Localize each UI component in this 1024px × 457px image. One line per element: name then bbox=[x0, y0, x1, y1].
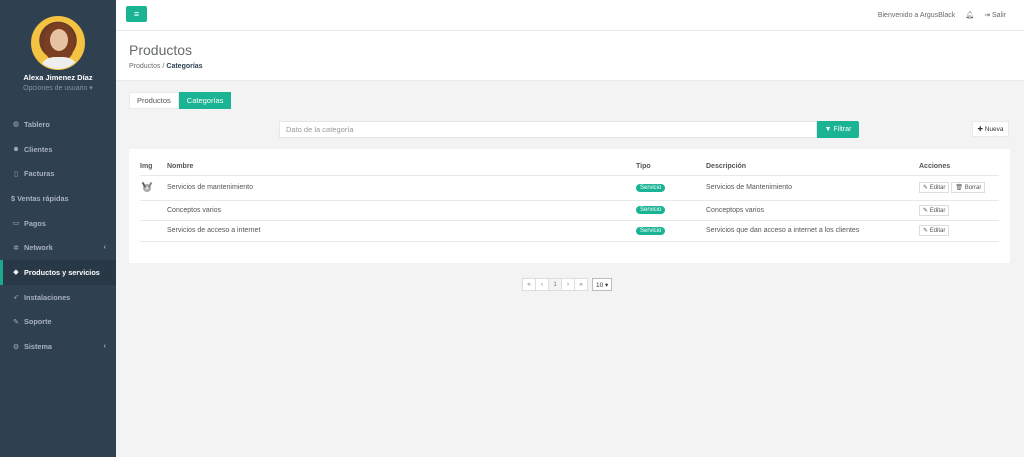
sidebar-item-network[interactable]: ✲ Network ‹ bbox=[0, 235, 116, 260]
money-icon: ▭ bbox=[12, 220, 20, 228]
tab-categorias[interactable]: Categorías bbox=[178, 92, 232, 109]
avatar[interactable] bbox=[31, 16, 85, 70]
tag-icon: ◆ bbox=[13, 269, 19, 277]
welcome-text: Bienvenido a ArgusBlack bbox=[877, 11, 956, 19]
edit-button[interactable]: ✎ Editar bbox=[919, 225, 950, 237]
breadcrumb-current: Categorías bbox=[166, 63, 203, 70]
sidebar-item-instalaciones[interactable]: ➶ Instalaciones bbox=[0, 285, 116, 310]
top-right-bar: Bienvenido a ArgusBlack 🔔︎ ⇥ Salir bbox=[877, 11, 1006, 20]
row-name: Conceptos varios bbox=[167, 200, 636, 221]
sidebar-item-ventas-rapidas[interactable]: $ Ventas rápidas bbox=[0, 186, 116, 211]
sidebar-item-productos-servicios[interactable]: ◆ Productos y servicios bbox=[0, 260, 116, 285]
row-name: Servicios de acceso a internet bbox=[167, 220, 636, 242]
plus-icon: ✚ bbox=[977, 126, 983, 133]
user-name: Alexa Jimenez Díaz bbox=[23, 73, 93, 82]
user-options-dropdown[interactable]: Opciones de usuario ▾ bbox=[0, 84, 116, 92]
network-icon: ✲ bbox=[13, 244, 19, 252]
sign-out-icon: ⇥ bbox=[984, 12, 991, 19]
search-input[interactable]: Dato de la categoría bbox=[279, 121, 817, 138]
breadcrumb: Productos / Categorías bbox=[129, 63, 203, 70]
status-badge: Servicio bbox=[636, 206, 666, 215]
page-heading: Productos Productos / Categorías bbox=[116, 31, 1024, 81]
categories-panel: Img Nombre Tipo Descripción Acciones Ser… bbox=[129, 149, 1010, 263]
page-first-button[interactable]: « bbox=[522, 278, 536, 291]
table-row: Servicios de mantenimiento Servicio Serv… bbox=[140, 175, 999, 201]
edit-button[interactable]: ✎ Editar bbox=[919, 182, 950, 193]
profile-block: Alexa Jimenez Díaz Opciones de usuario ▾ bbox=[0, 0, 116, 108]
edit-icon: ✎ bbox=[923, 185, 929, 191]
sidebar-item-soporte[interactable]: ✎ Soporte bbox=[0, 310, 116, 335]
breadcrumb-productos[interactable]: Productos bbox=[129, 63, 161, 70]
page-title: Productos bbox=[129, 42, 193, 58]
page-current[interactable]: 1 bbox=[548, 278, 562, 291]
sidebar-item-sistema[interactable]: ⚙ Sistema ‹ bbox=[0, 334, 116, 359]
rocket-icon: ➶ bbox=[13, 294, 19, 302]
row-description: Conceptops varios bbox=[706, 200, 919, 221]
page-prev-button[interactable]: ‹ bbox=[535, 278, 549, 291]
edit-icon: ✎ bbox=[923, 228, 929, 235]
new-button[interactable]: ✚ Nueva bbox=[972, 121, 1009, 137]
sidebar-item-clientes[interactable]: ☻ Clientes bbox=[0, 137, 116, 162]
col-type: Tipo bbox=[636, 159, 706, 176]
sidebar-item-tablero[interactable]: ◍ Tablero bbox=[0, 112, 116, 137]
category-thumbnail bbox=[140, 180, 154, 194]
tab-bar: Productos Categorías bbox=[129, 92, 232, 109]
table-row: Servicios de acceso a internet Servicio … bbox=[140, 220, 999, 242]
delete-button[interactable]: 🗑︎ Borrar bbox=[951, 182, 986, 193]
sidebar-nav: ◍ Tablero ☻ Clientes ▯ Facturas $ Ventas rá… bbox=[0, 112, 116, 359]
row-description: Servicios que dan acceso a internet a lo… bbox=[706, 220, 919, 242]
col-actions: Acciones bbox=[919, 159, 999, 176]
top-navbar: ≡ Bienvenido a ArgusBlack 🔔︎ ⇥ Salir bbox=[116, 0, 1024, 31]
menu-toggle-button[interactable]: ≡ bbox=[126, 6, 147, 22]
page-next-button[interactable]: › bbox=[561, 278, 575, 291]
edit-button[interactable]: ✎ Editar bbox=[919, 204, 950, 216]
logout-link[interactable]: ⇥ Salir bbox=[984, 11, 1006, 19]
col-name: Nombre bbox=[167, 159, 636, 176]
trash-icon: 🗑︎ bbox=[955, 185, 964, 191]
edit-icon: ✎ bbox=[923, 207, 929, 214]
per-page-select[interactable]: 10 ▾ bbox=[592, 278, 613, 291]
status-badge: Servicio bbox=[636, 183, 666, 192]
cogs-icon: ⚙ bbox=[12, 343, 20, 351]
tab-productos[interactable]: Productos bbox=[129, 92, 179, 109]
table-row: Conceptos varios Servicio Conceptops var… bbox=[140, 200, 999, 221]
filter-icon: ▼ bbox=[824, 126, 832, 133]
status-badge: Servicio bbox=[636, 226, 666, 235]
chevron-left-icon: ‹ bbox=[103, 343, 106, 351]
page-last-button[interactable]: » bbox=[574, 278, 588, 291]
sidebar-item-facturas[interactable]: ▯ Facturas bbox=[0, 161, 116, 186]
categories-table: Img Nombre Tipo Descripción Acciones Ser… bbox=[140, 159, 999, 242]
users-icon: ☻ bbox=[12, 145, 20, 153]
chevron-left-icon: ‹ bbox=[103, 244, 106, 252]
wrench-icon: ✎ bbox=[13, 318, 19, 326]
col-img: Img bbox=[140, 159, 167, 176]
row-description: Servicios de Mantenimiento bbox=[706, 175, 919, 201]
pagination: « ‹ 1 › » 10 ▾ bbox=[522, 278, 613, 291]
sidebar-item-pagos[interactable]: ▭ Pagos bbox=[0, 211, 116, 236]
col-description: Descripción bbox=[706, 159, 919, 176]
filter-button[interactable]: ▼ Filtrar bbox=[817, 121, 859, 138]
dashboard-icon: ◍ bbox=[12, 121, 20, 129]
sidebar: Alexa Jimenez Díaz Opciones de usuario ▾… bbox=[0, 0, 116, 457]
bell-icon[interactable]: 🔔︎ bbox=[965, 11, 974, 19]
file-icon: ▯ bbox=[14, 170, 18, 178]
row-name: Servicios de mantenimiento bbox=[167, 175, 636, 201]
